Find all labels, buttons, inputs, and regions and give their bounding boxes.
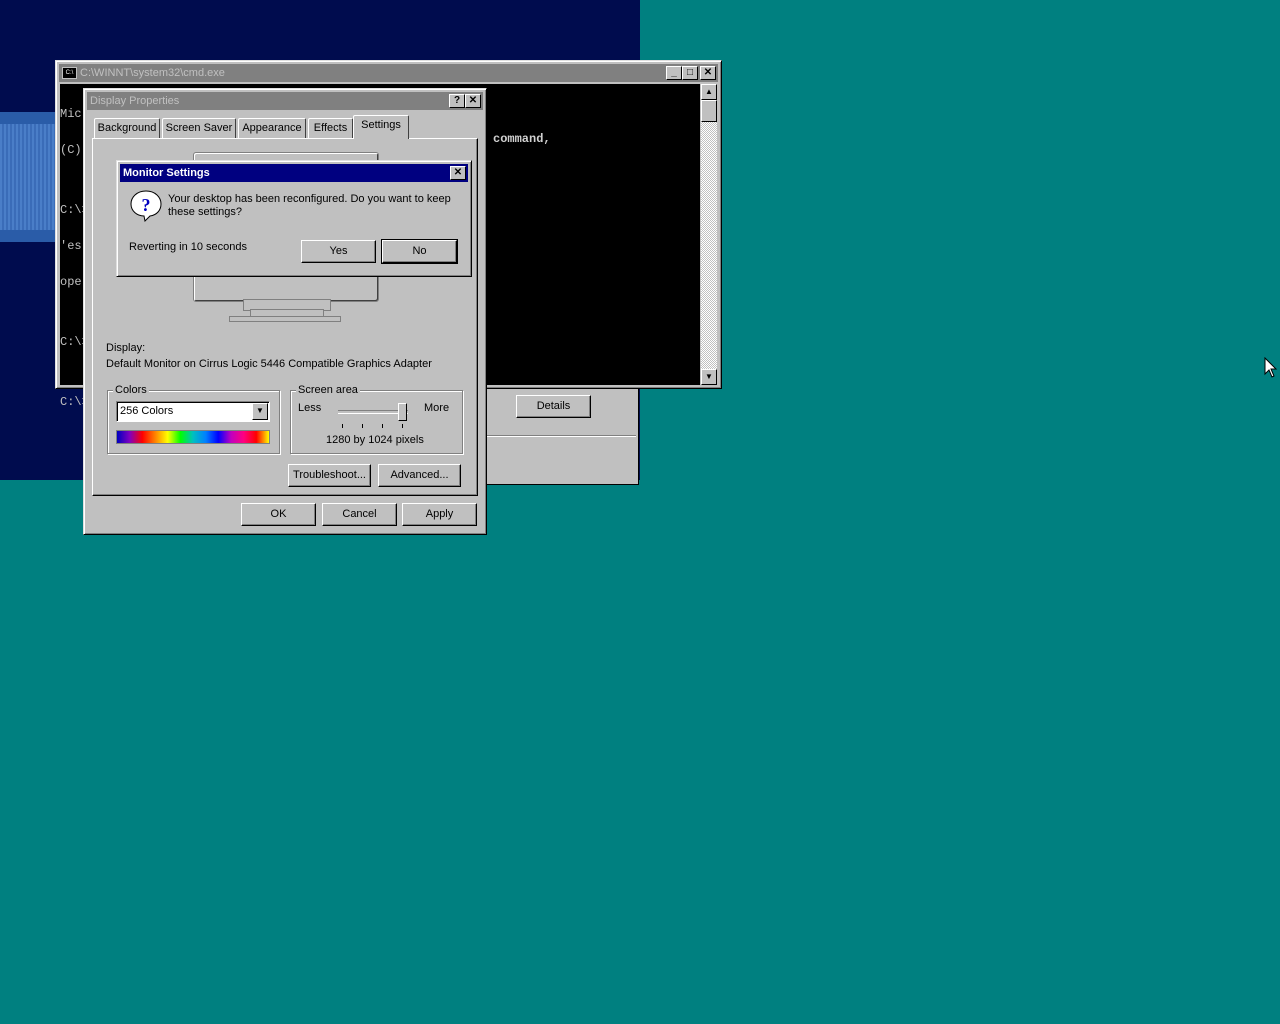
tab-appearance[interactable]: Appearance — [238, 118, 306, 138]
display-properties-title: Display Properties — [90, 95, 180, 107]
colors-group — [107, 390, 280, 454]
cmd-titlebar[interactable]: C:\ C:\WINNT\system32\cmd.exe _ □ ✕ — [59, 64, 718, 82]
colors-select[interactable]: 256 Colors ▼ — [116, 401, 270, 422]
colors-select-value: 256 Colors — [120, 405, 174, 417]
screen-area-label: Screen area — [296, 384, 360, 396]
monitor-settings-message: Your desktop has been reconfigured. Do y… — [168, 193, 451, 218]
advanced-button[interactable]: Advanced... — [378, 464, 461, 487]
svg-text:?: ? — [142, 195, 151, 215]
tab-effects[interactable]: Effects — [308, 118, 353, 138]
cancel-button[interactable]: Cancel — [322, 503, 397, 526]
monitor-foot — [229, 316, 341, 322]
tab-background[interactable]: Background — [94, 118, 160, 138]
troubleshoot-button[interactable]: Troubleshoot... — [288, 464, 371, 487]
display-properties-titlebar[interactable]: Display Properties ? ✕ — [87, 92, 483, 110]
cmd-scrollbar[interactable]: ▲ ▼ — [701, 84, 717, 385]
question-icon: ? — [130, 190, 162, 223]
background-window-fragment-pattern — [0, 124, 60, 230]
scroll-up-icon[interactable]: ▲ — [701, 84, 717, 100]
less-label: Less — [298, 402, 322, 414]
apply-button[interactable]: Apply — [402, 503, 477, 526]
yes-button[interactable]: Yes — [301, 240, 376, 263]
help-icon[interactable]: ? — [449, 94, 465, 108]
monitor-settings-dialog: Monitor Settings ✕ ? Your desktop has be… — [116, 160, 472, 277]
slider-thumb[interactable] — [398, 403, 407, 421]
color-spectrum-bar — [116, 430, 270, 444]
tab-screen-saver[interactable]: Screen Saver — [162, 118, 236, 138]
console-text-fragment: command, — [493, 132, 551, 146]
no-button[interactable]: No — [381, 239, 458, 264]
scroll-thumb[interactable] — [701, 100, 717, 122]
display-value: Default Monitor on Cirrus Logic 5446 Com… — [106, 358, 432, 370]
cmd-icon: C:\ — [62, 67, 77, 80]
monitor-settings-titlebar[interactable]: Monitor Settings ✕ — [120, 164, 468, 182]
slider-ticks — [342, 424, 406, 428]
more-label: More — [424, 402, 450, 414]
mouse-cursor-icon — [1264, 357, 1278, 378]
close-icon[interactable]: ✕ — [700, 66, 716, 80]
display-label: Display: — [106, 342, 146, 354]
scroll-down-icon[interactable]: ▼ — [701, 369, 717, 385]
countdown-label: Reverting in 10 seconds — [129, 241, 248, 253]
ok-button[interactable]: OK — [241, 503, 316, 526]
resolution-label: 1280 by 1024 pixels — [326, 434, 424, 446]
chevron-down-icon[interactable]: ▼ — [252, 403, 268, 420]
close-icon[interactable]: ✕ — [465, 94, 481, 108]
cmd-title: C:\WINNT\system32\cmd.exe — [80, 67, 225, 79]
monitor-settings-title: Monitor Settings — [123, 167, 210, 179]
colors-group-label: Colors — [113, 384, 149, 396]
tab-settings[interactable]: Settings — [353, 115, 409, 139]
close-icon[interactable]: ✕ — [450, 166, 466, 180]
minimize-icon[interactable]: _ — [666, 66, 682, 80]
maximize-icon[interactable]: □ — [682, 66, 698, 80]
